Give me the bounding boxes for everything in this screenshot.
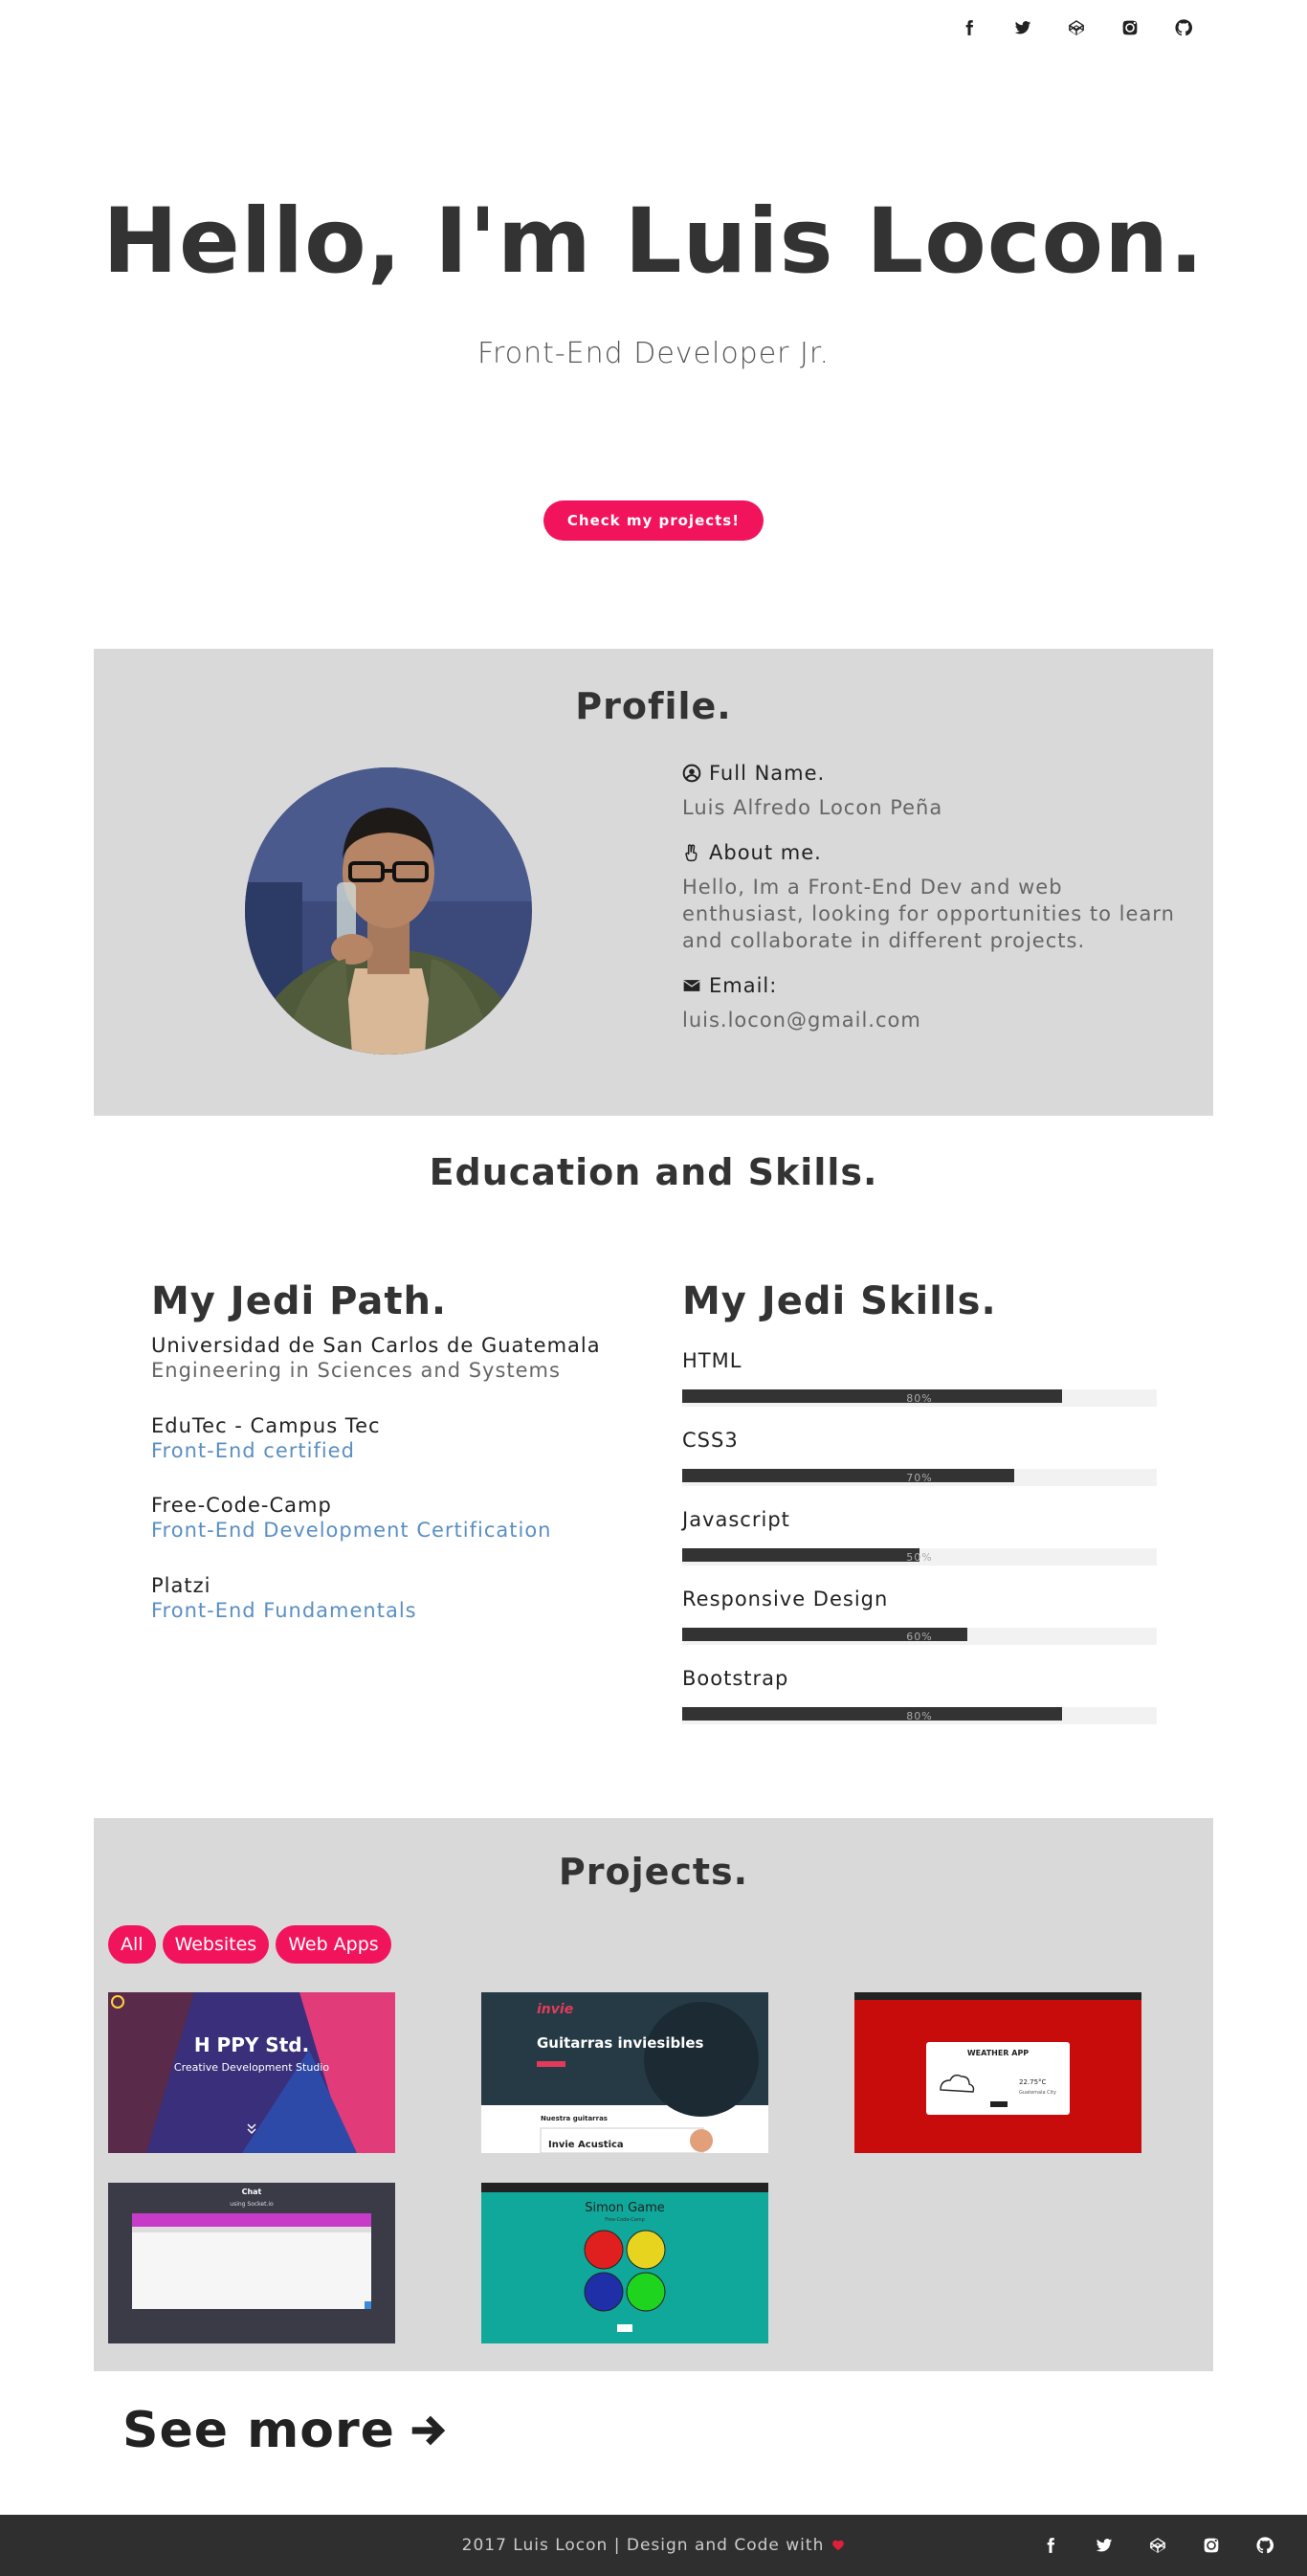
skill-bootstrap: Bootstrap 80% (682, 1667, 1157, 1724)
fullname-field: Full Name. Luis Alfredo Locon Peña (682, 762, 1180, 821)
invie-card: Invie Acustica (548, 2140, 624, 2150)
footer-social-links (1024, 2533, 1292, 2558)
skill-bar: 60% (682, 1628, 1157, 1645)
skill-javascript: Javascript 50% (682, 1508, 1157, 1566)
facebook-icon (1042, 2537, 1059, 2554)
project-weather-app[interactable]: WEATHER APP 22.75°C Guatemala City (854, 1992, 1141, 2153)
invie-section: Nuestra guitarras (541, 2115, 608, 2122)
footer-twitter-link[interactable] (1077, 2533, 1131, 2558)
codepen-icon (1068, 19, 1085, 36)
skill-bar: 80% (682, 1389, 1157, 1407)
project-invie[interactable]: invie Guitarras inviesibles Nuestra guit… (481, 1992, 768, 2153)
profile-section: Profile. Full Name. Luis Alfredo Locon P… (94, 649, 1213, 1116)
fullname-label: Full Name. (709, 762, 826, 785)
github-icon (1175, 19, 1192, 36)
skill-responsive: Responsive Design 60% (682, 1588, 1157, 1645)
facebook-link[interactable] (942, 15, 996, 40)
instagram-icon (1121, 19, 1139, 36)
see-more-label: See more (122, 2402, 395, 2459)
footer-github-link[interactable] (1238, 2533, 1292, 2558)
project-chat[interactable]: Chat using Socket.io (108, 2183, 395, 2343)
filter-websites[interactable]: Websites (162, 1925, 270, 1964)
user-circle-icon (682, 764, 701, 783)
about-value: Hello, Im a Front-End Dev and web enthus… (682, 876, 1175, 952)
simon-subtitle: Free-Code-Camp (605, 2217, 645, 2223)
education-item: Platzi Front-End Fundamentals (151, 1574, 417, 1622)
invie-headline: Guitarras inviesibles (537, 2034, 704, 2052)
weather-title: WEATHER APP (967, 2049, 1029, 2057)
see-more-link[interactable]: See more (122, 2402, 451, 2459)
jedi-skills-title: My Jedi Skills. (682, 1279, 997, 1323)
skill-html: HTML 80% (682, 1349, 1157, 1407)
education-item: EduTec - Campus Tec Front-End certified (151, 1414, 381, 1462)
skill-css3: CSS3 70% (682, 1429, 1157, 1486)
project-happy-std[interactable]: H PPY Std. Creative Development Studio (108, 1992, 395, 2153)
project-simon-game[interactable]: Simon Game Free-Code-Camp (481, 2183, 768, 2343)
email-field: Email: luis.locon@gmail.com (682, 974, 1180, 1033)
hero-subtitle: Front-End Developer Jr. (476, 337, 831, 370)
avatar (245, 767, 532, 1055)
education-item: Universidad de San Carlos de Guatemala E… (151, 1334, 601, 1382)
twitter-link[interactable] (996, 15, 1050, 40)
about-label: About me. (709, 841, 822, 864)
chat-title: Chat (242, 2187, 262, 2196)
skill-bar: 80% (682, 1707, 1157, 1724)
check-projects-button[interactable]: Check my projects! (543, 500, 764, 541)
projects-section: Projects. All Websites Web Apps H PPY St… (94, 1818, 1213, 2371)
envelope-icon (683, 980, 700, 991)
education-item: Free-Code-Camp Front-End Development Cer… (151, 1494, 552, 1542)
heart-icon (832, 2540, 845, 2551)
email-label: Email: (709, 974, 778, 997)
projects-title: Projects. (558, 1851, 749, 1893)
skill-bar: 50% (682, 1548, 1157, 1566)
github-icon (1256, 2537, 1274, 2554)
footer-facebook-link[interactable] (1024, 2533, 1077, 2558)
simon-title: Simon Game (585, 2201, 665, 2215)
weather-place: Guatemala City (1019, 2090, 1056, 2096)
skill-bar: 70% (682, 1469, 1157, 1486)
weather-temp: 22.75°C (1019, 2078, 1047, 2086)
instagram-link[interactable] (1103, 15, 1157, 40)
about-field: About me. Hello, Im a Front-End Dev and … (682, 841, 1180, 954)
footer: 2017 Luis Locon | Design and Code with (0, 2515, 1307, 2576)
filter-web-apps[interactable]: Web Apps (276, 1925, 391, 1964)
twitter-icon (1014, 19, 1031, 36)
hand-peace-icon (685, 844, 698, 862)
instagram-icon (1203, 2537, 1220, 2554)
chat-subtitle: using Socket.io (230, 2201, 274, 2208)
happy-brand: H PPY Std. (194, 2033, 309, 2056)
hero-title: Hello, I'm Luis Locon. (102, 189, 1205, 294)
footer-instagram-link[interactable] (1185, 2533, 1238, 2558)
twitter-icon (1096, 2537, 1113, 2554)
happy-tagline: Creative Development Studio (174, 2061, 329, 2074)
codepen-link[interactable] (1050, 15, 1103, 40)
project-filters: All Websites Web Apps (108, 1925, 391, 1964)
footer-codepen-link[interactable] (1131, 2533, 1185, 2558)
filter-all[interactable]: All (108, 1925, 156, 1964)
footer-credit: 2017 Luis Locon | Design and Code with (461, 2536, 825, 2555)
email-value: luis.locon@gmail.com (682, 1009, 921, 1032)
profile-title: Profile. (575, 685, 732, 727)
arrow-right-icon (411, 2415, 446, 2446)
fullname-value: Luis Alfredo Locon Peña (682, 796, 943, 819)
education-title: Education and Skills. (429, 1151, 878, 1193)
header-social-links (942, 15, 1210, 40)
github-link[interactable] (1157, 15, 1210, 40)
jedi-path-title: My Jedi Path. (151, 1279, 448, 1323)
facebook-icon (961, 19, 978, 36)
codepen-icon (1149, 2537, 1166, 2554)
invie-logo: invie (537, 2002, 573, 2017)
